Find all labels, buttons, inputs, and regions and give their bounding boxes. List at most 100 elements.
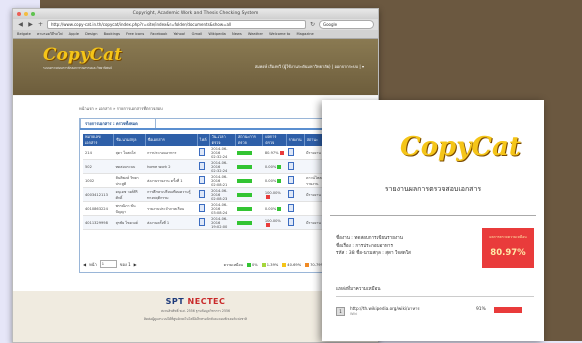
table-row[interactable]: 214 สุดา ใจสดใส การประกอบอาหาร 2014-06-2016… bbox=[83, 146, 345, 160]
progress-bar-fill bbox=[237, 178, 253, 183]
table-header-row: หมายเลขเอกสาร ชื่อ-นามสกุล ชื่อเอกสาร ไฟ… bbox=[83, 134, 345, 146]
page-input[interactable]: 1 bbox=[99, 260, 117, 268]
bookmark-item[interactable]: Facebook bbox=[150, 32, 167, 36]
pagination: ◀ หน้า 1 ของ 1 ▶ bbox=[83, 260, 137, 268]
bookmark-item[interactable]: Design bbox=[85, 32, 97, 36]
progress-cell bbox=[235, 159, 263, 174]
report-cell[interactable] bbox=[286, 173, 305, 188]
column-header[interactable]: หมายเลขเอกสาร bbox=[83, 134, 115, 146]
report-title: รายงานผลการตรวจสอบเอกสาร bbox=[384, 185, 482, 193]
reload-icon[interactable]: ↻ bbox=[309, 21, 316, 28]
doc-id-cell: 4003412113 bbox=[83, 187, 114, 202]
forward-arrow-icon[interactable]: ▶ bbox=[27, 21, 34, 28]
progress-cell bbox=[235, 201, 263, 216]
file-icon[interactable] bbox=[199, 204, 206, 212]
file-cell[interactable] bbox=[197, 173, 210, 188]
copycat-logo[interactable]: CopyCat ระบบตรวจสอบการลักลอกวรรณกรรมและว… bbox=[43, 45, 122, 71]
report-icon[interactable] bbox=[288, 162, 295, 170]
divider bbox=[330, 215, 536, 216]
name-cell: ทดสอบระบบ bbox=[113, 159, 146, 174]
address-bar[interactable]: http://www.copy-cat.in.th/copycat/index.… bbox=[47, 20, 306, 29]
doc-title-cell[interactable]: ส่งงานครั้งที่ 1 bbox=[145, 215, 198, 230]
doc-title-cell[interactable]: การศึกษาเปรียบเทียบความรู้ทางพฤติกรรม bbox=[145, 187, 198, 202]
column-header[interactable]: สถานะการตรวจ bbox=[235, 134, 264, 146]
file-cell[interactable] bbox=[197, 201, 210, 216]
search-input[interactable]: Google bbox=[319, 20, 374, 29]
report-cell[interactable] bbox=[286, 215, 305, 230]
progress-bar bbox=[237, 220, 253, 225]
bookmark-item[interactable]: Free icons bbox=[126, 32, 144, 36]
progress-cell bbox=[235, 187, 263, 202]
bookmark-item[interactable]: Welcome to bbox=[269, 32, 290, 36]
file-icon[interactable] bbox=[199, 162, 206, 170]
bookmark-item[interactable]: ตามรอยวิถีรถไฟ bbox=[37, 32, 63, 36]
minimize-window-button[interactable] bbox=[24, 12, 28, 16]
file-cell[interactable] bbox=[197, 159, 210, 174]
source-domain: Wiki bbox=[350, 312, 358, 316]
column-header[interactable]: รายงาน bbox=[286, 134, 305, 146]
bookmark-item[interactable]: Magazine bbox=[297, 32, 314, 36]
result-indicator bbox=[277, 164, 282, 169]
maximize-window-button[interactable] bbox=[31, 12, 35, 16]
report-icon[interactable] bbox=[288, 204, 295, 212]
table-row[interactable]: 4003412113 ดนุเดช วงศ์สิริศักดิ์ การศึกษาเ… bbox=[83, 187, 345, 202]
bookmark-item[interactable]: Gmail bbox=[192, 32, 203, 36]
report-icon[interactable] bbox=[288, 176, 295, 184]
file-icon[interactable] bbox=[199, 176, 206, 184]
report-cell[interactable] bbox=[286, 187, 305, 202]
back-arrow-icon[interactable]: ◀ bbox=[17, 21, 24, 28]
bookmark-item[interactable]: Weather bbox=[248, 32, 263, 36]
file-icon[interactable] bbox=[199, 148, 206, 156]
report-cell[interactable] bbox=[286, 201, 305, 216]
source-percent: 91% bbox=[476, 307, 486, 312]
legend-swatch bbox=[247, 263, 251, 267]
report-icon[interactable] bbox=[288, 190, 295, 198]
table-row[interactable]: 502 ทดสอบระบบ home work 2 2014-06-2016 02:32… bbox=[83, 159, 345, 174]
file-icon[interactable] bbox=[199, 190, 206, 198]
divider bbox=[336, 296, 534, 297]
add-tab-icon[interactable]: + bbox=[37, 21, 44, 28]
bookmark-item[interactable]: Bookings bbox=[104, 32, 120, 36]
user-menu[interactable]: สมพงษ์ เรืองทวี (ผู้ใช้งานระดับมหาวิทยาล… bbox=[255, 63, 364, 70]
progress-bar bbox=[237, 178, 253, 183]
file-icon[interactable] bbox=[199, 218, 206, 226]
nectec-logo: NECTEC bbox=[187, 297, 226, 306]
column-header[interactable]: วัน-เวลาตรวจ bbox=[209, 134, 236, 146]
source-url[interactable]: http://th.wikipedia.org/wiki/อาหาร bbox=[350, 305, 420, 312]
table-row[interactable]: 1002 สันติพงษ์ วิทยาประสูติ ส่งงานรายงาน ค… bbox=[83, 173, 345, 188]
report-icon[interactable] bbox=[288, 218, 295, 226]
doc-title-cell[interactable]: การประกอบอาหาร bbox=[145, 146, 198, 160]
date-cell: 2014-06-2016 02:08:21 bbox=[209, 173, 236, 188]
report-document: CopyCat รายงานผลการตรวจสอบเอกสาร ชื่องาน… bbox=[322, 100, 544, 341]
file-cell[interactable] bbox=[197, 146, 210, 160]
table-row[interactable]: 4010863224 พรรณิภา ขันปัญญา รายงานประจำภาค… bbox=[83, 201, 345, 216]
file-cell[interactable] bbox=[197, 187, 210, 202]
report-cell[interactable] bbox=[286, 159, 305, 174]
column-header[interactable]: ชื่อเอกสาร bbox=[145, 134, 198, 146]
bookmark-item[interactable]: Belgate bbox=[17, 32, 31, 36]
breadcrumb[interactable]: หน้าแรก » เอกสาร » รายการเอกสารที่ตรวจสอ… bbox=[79, 105, 163, 112]
doc-title-cell[interactable]: home work 2 bbox=[145, 159, 198, 174]
column-header[interactable]: ผลการตรวจ bbox=[262, 134, 287, 146]
bookmark-item[interactable]: Yahoo! bbox=[173, 32, 185, 36]
bookmark-item[interactable]: Wikipedia bbox=[208, 32, 226, 36]
report-cell[interactable] bbox=[286, 146, 305, 160]
tab-all-documents[interactable]: รายการเอกสาร : ตรวจทั้งหมด bbox=[80, 118, 156, 128]
close-window-button[interactable] bbox=[17, 12, 21, 16]
column-header[interactable]: ชื่อ-นามสกุล bbox=[113, 134, 146, 146]
file-cell[interactable] bbox=[197, 215, 210, 230]
legend-item: 40-69% bbox=[282, 263, 301, 267]
report-job-name: ชื่องาน : ทดสอบการเขียนรายงาน bbox=[336, 236, 403, 241]
progress-bar-fill bbox=[237, 192, 253, 197]
date-cell: 2014-06-2016 02:32:24 bbox=[209, 146, 236, 160]
table-row[interactable]: 4011329998 สุรชัย ไชยวงค์ ส่งงานครั้งที่ 1… bbox=[83, 215, 345, 230]
report-icon[interactable] bbox=[288, 148, 295, 156]
first-page-icon[interactable]: ◀ bbox=[83, 262, 86, 267]
doc-title-cell[interactable]: ส่งงานรายงาน ครั้งที่ 1 bbox=[145, 173, 198, 188]
legend-label: ความเหมือน bbox=[223, 263, 243, 267]
next-page-icon[interactable]: ▶ bbox=[134, 262, 137, 267]
bookmark-item[interactable]: Apple bbox=[69, 32, 79, 36]
bookmark-item[interactable]: News bbox=[232, 32, 242, 36]
column-header[interactable]: ไฟล์ bbox=[197, 134, 210, 146]
doc-title-cell[interactable]: รายงานประจำภาคเรียน bbox=[145, 201, 198, 216]
